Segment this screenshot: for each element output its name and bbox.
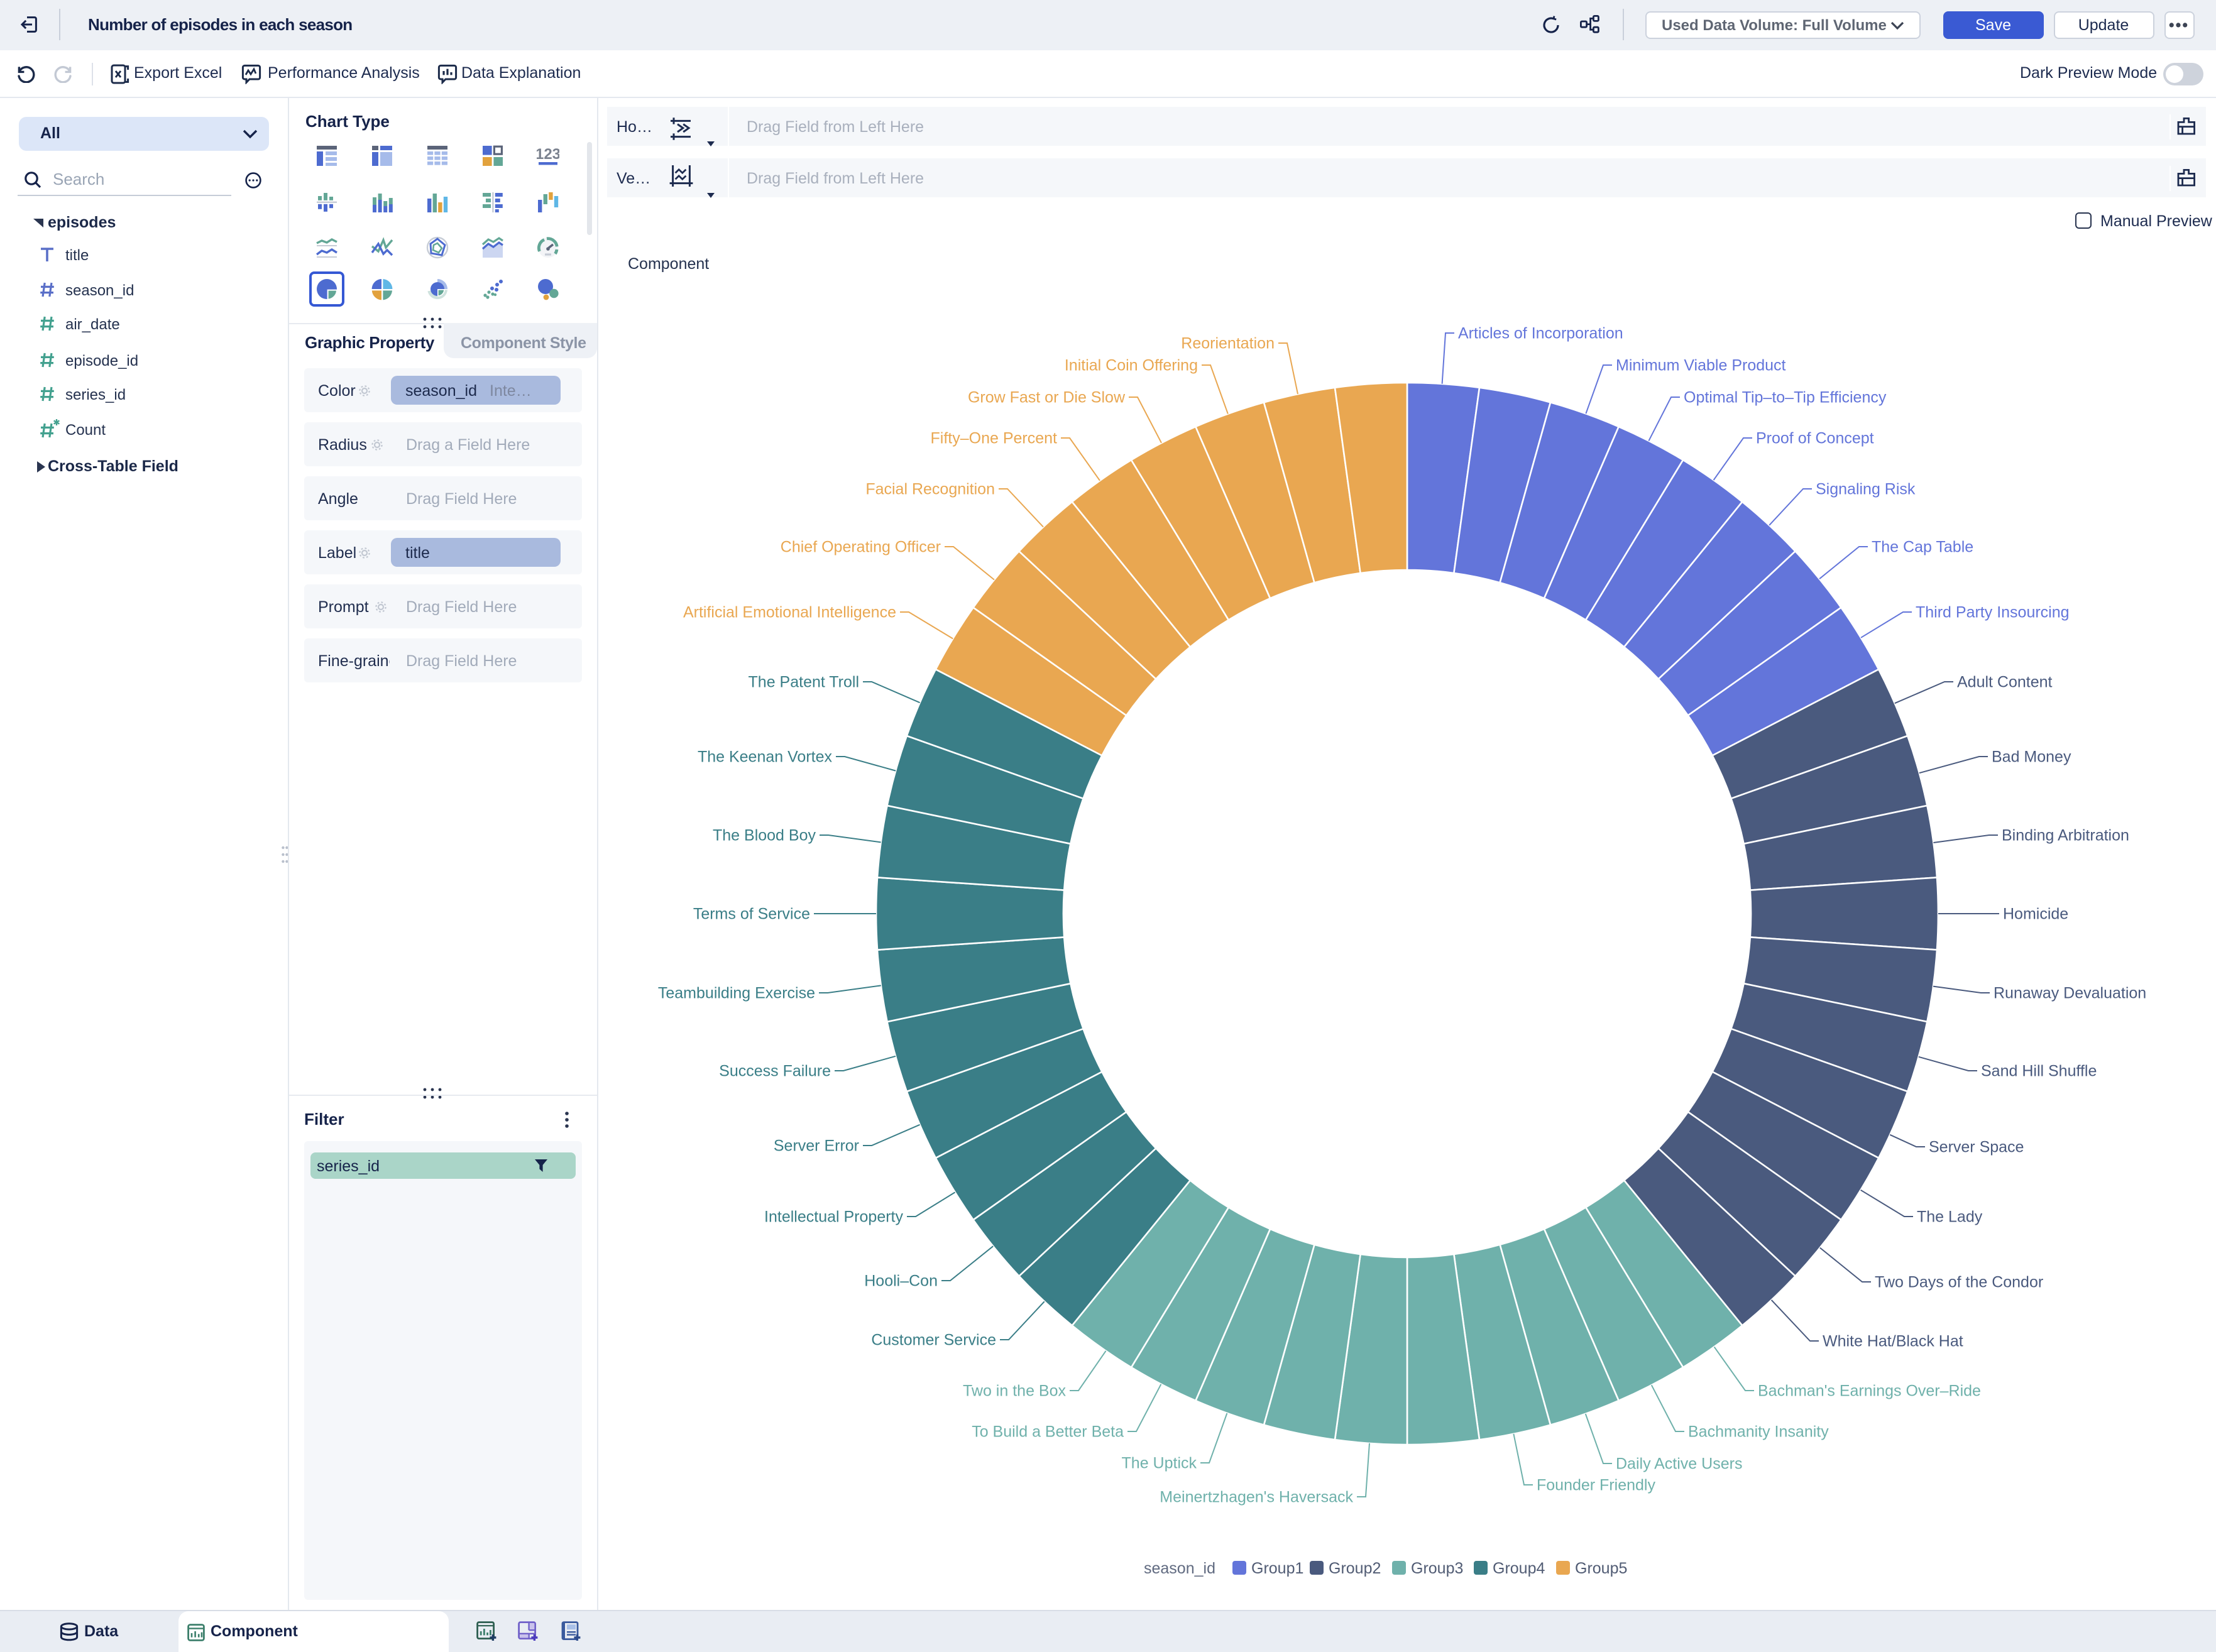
- svg-text:Artificial Emotional Intellige: Artificial Emotional Intelligence: [683, 604, 896, 621]
- svg-text:Server Error: Server Error: [774, 1137, 859, 1155]
- svg-text:Customer Service: Customer Service: [871, 1332, 996, 1349]
- svg-text:Fifty–One Percent: Fifty–One Percent: [931, 430, 1058, 447]
- svg-text:The Patent Troll: The Patent Troll: [749, 674, 859, 691]
- svg-text:The Lady: The Lady: [1917, 1208, 1983, 1226]
- svg-text:Minimum Viable Product: Minimum Viable Product: [1616, 357, 1786, 375]
- svg-text:Bad Money: Bad Money: [1992, 748, 2071, 766]
- svg-text:Hooli–Con: Hooli–Con: [864, 1272, 938, 1290]
- svg-text:Group5: Group5: [1575, 1560, 1627, 1577]
- svg-text:Teambuilding Exercise: Teambuilding Exercise: [658, 985, 815, 1002]
- svg-text:Signaling Risk: Signaling Risk: [1816, 481, 1916, 498]
- svg-text:Group2: Group2: [1329, 1560, 1381, 1577]
- svg-text:Group1: Group1: [1251, 1560, 1303, 1577]
- svg-text:Facial Recognition: Facial Recognition: [865, 481, 995, 498]
- svg-text:Two in the Box: Two in the Box: [963, 1382, 1066, 1400]
- svg-text:Optimal Tip–to–Tip Efficiency: Optimal Tip–to–Tip Efficiency: [1684, 389, 1887, 407]
- svg-text:Server Space: Server Space: [1929, 1139, 2024, 1156]
- svg-text:The Keenan Vortex: The Keenan Vortex: [698, 748, 833, 766]
- svg-text:Intellectual Property: Intellectual Property: [764, 1208, 903, 1226]
- svg-text:Sand Hill Shuffle: Sand Hill Shuffle: [1981, 1063, 2097, 1080]
- svg-text:Proof of Concept: Proof of Concept: [1756, 430, 1874, 447]
- svg-text:Group4: Group4: [1493, 1560, 1545, 1577]
- svg-text:Initial Coin Offering: Initial Coin Offering: [1065, 357, 1198, 375]
- svg-text:Meinertzhagen's Haversack: Meinertzhagen's Haversack: [1160, 1489, 1353, 1506]
- svg-text:The Cap Table: The Cap Table: [1872, 539, 1973, 556]
- svg-text:Success Failure: Success Failure: [719, 1063, 831, 1080]
- svg-text:Articles of Incorporation: Articles of Incorporation: [1458, 325, 1623, 342]
- svg-text:Reorientation: Reorientation: [1181, 335, 1275, 353]
- svg-text:Adult Content: Adult Content: [1957, 674, 2053, 691]
- svg-text:Daily Active Users: Daily Active Users: [1616, 1455, 1742, 1473]
- svg-text:Terms of Service: Terms of Service: [693, 905, 810, 923]
- svg-text:Homicide: Homicide: [2003, 905, 2068, 923]
- svg-text:Third Party Insourcing: Third Party Insourcing: [1916, 604, 2070, 621]
- svg-text:To Build a Better Beta: To Build a Better Beta: [972, 1423, 1124, 1441]
- svg-text:The Uptick: The Uptick: [1122, 1455, 1197, 1472]
- svg-text:Binding Arbitration: Binding Arbitration: [2002, 827, 2129, 845]
- svg-text:Chief Operating Officer: Chief Operating Officer: [781, 539, 941, 556]
- svg-text:The Blood Boy: The Blood Boy: [713, 827, 816, 845]
- svg-text:Group3: Group3: [1411, 1560, 1463, 1577]
- svg-text:Bachman's Earnings Over–Ride: Bachman's Earnings Over–Ride: [1758, 1382, 1981, 1400]
- svg-text:Two Days of the Condor: Two Days of the Condor: [1875, 1274, 2043, 1291]
- svg-text:Bachmanity Insanity: Bachmanity Insanity: [1688, 1423, 1829, 1441]
- svg-text:Founder Friendly: Founder Friendly: [1537, 1477, 1655, 1494]
- svg-text:Runaway Devaluation: Runaway Devaluation: [1994, 985, 2146, 1002]
- svg-text:Grow Fast or Die Slow: Grow Fast or Die Slow: [968, 389, 1126, 407]
- svg-text:season_id: season_id: [1144, 1560, 1215, 1577]
- svg-text:White Hat/Black Hat: White Hat/Black Hat: [1823, 1333, 1963, 1350]
